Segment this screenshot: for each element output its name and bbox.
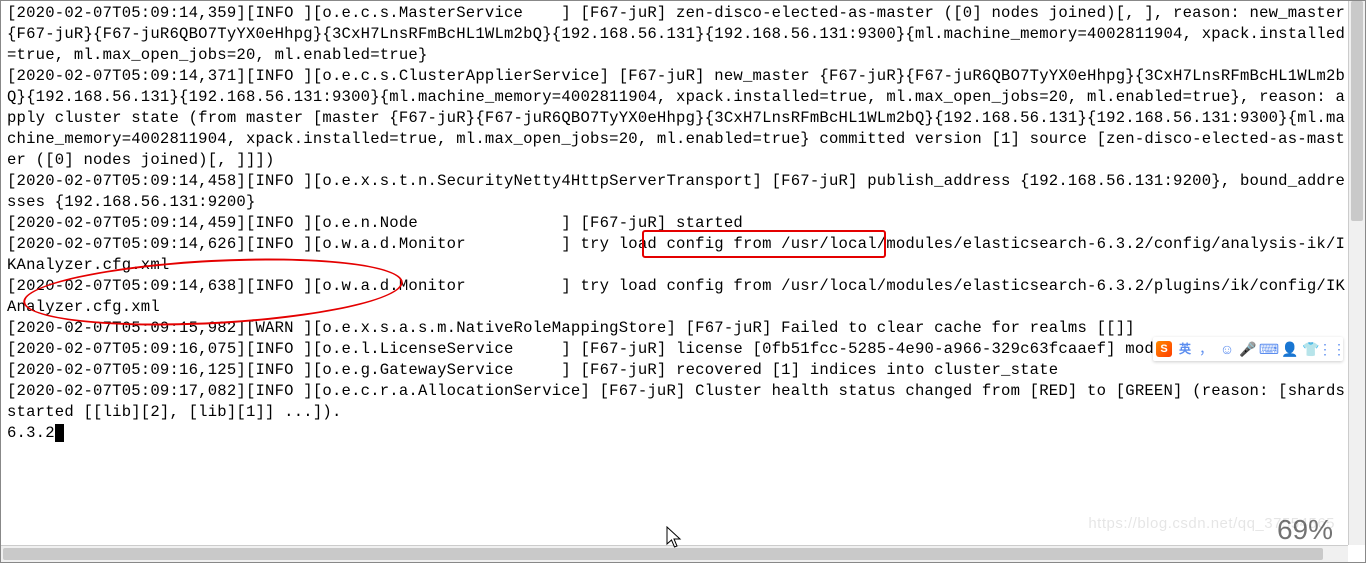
ime-skin-icon[interactable]: 👕 <box>1303 341 1319 357</box>
ime-menu-icon[interactable]: ⋮⋮ <box>1324 341 1340 357</box>
log-line: [2020-02-07T05:09:14,458][INFO ][o.e.x.s… <box>7 172 1345 211</box>
sogou-logo-icon[interactable]: S <box>1156 341 1172 357</box>
terminal-output[interactable]: [2020-02-07T05:09:14,359][INFO ][o.e.c.s… <box>7 3 1347 544</box>
ime-user-icon[interactable]: 👤 <box>1282 341 1298 357</box>
horizontal-scrollbar[interactable] <box>1 545 1348 562</box>
log-line: [2020-02-07T05:09:17,082][INFO ][o.e.c.r… <box>7 382 1355 421</box>
log-line: [2020-02-07T05:09:14,638][INFO ][o.w.a.d… <box>7 277 1345 316</box>
ime-lang-toggle[interactable]: 英 <box>1177 341 1193 357</box>
log-line: [2020-02-07T05:09:16,125][INFO ][o.e.g.G… <box>7 361 1058 379</box>
log-line: [2020-02-07T05:09:16,075][INFO ][o.e.l.L… <box>7 340 1316 358</box>
prompt-version: 6.3.2 <box>7 424 55 442</box>
ime-punct-icon[interactable]: ， <box>1198 341 1214 357</box>
log-line: [2020-02-07T05:09:15,982][WARN ][o.e.x.s… <box>7 319 1135 337</box>
cursor-block <box>55 424 64 442</box>
log-line: [2020-02-07T05:09:14,359][INFO ][o.e.c.s… <box>7 4 1355 64</box>
horizontal-scroll-thumb[interactable] <box>3 548 1323 560</box>
log-line: [2020-02-07T05:09:14,626][INFO ][o.w.a.d… <box>7 235 1345 274</box>
vertical-scroll-thumb[interactable] <box>1351 1 1363 221</box>
ime-voice-icon[interactable]: 🎤 <box>1240 341 1256 357</box>
ime-toolbar[interactable]: S 英 ， ☺ 🎤 ⌨ 👤 👕 ⋮⋮ <box>1153 337 1343 361</box>
terminal-window: [2020-02-07T05:09:14,359][INFO ][o.e.c.s… <box>0 0 1366 563</box>
ime-keyboard-icon[interactable]: ⌨ <box>1261 341 1277 357</box>
vertical-scrollbar[interactable] <box>1348 1 1365 545</box>
ime-emoji-icon[interactable]: ☺ <box>1219 341 1235 357</box>
log-line: [2020-02-07T05:09:14,459][INFO ][o.e.n.N… <box>7 214 743 232</box>
log-line: [2020-02-07T05:09:14,371][INFO ][o.e.c.s… <box>7 67 1345 169</box>
